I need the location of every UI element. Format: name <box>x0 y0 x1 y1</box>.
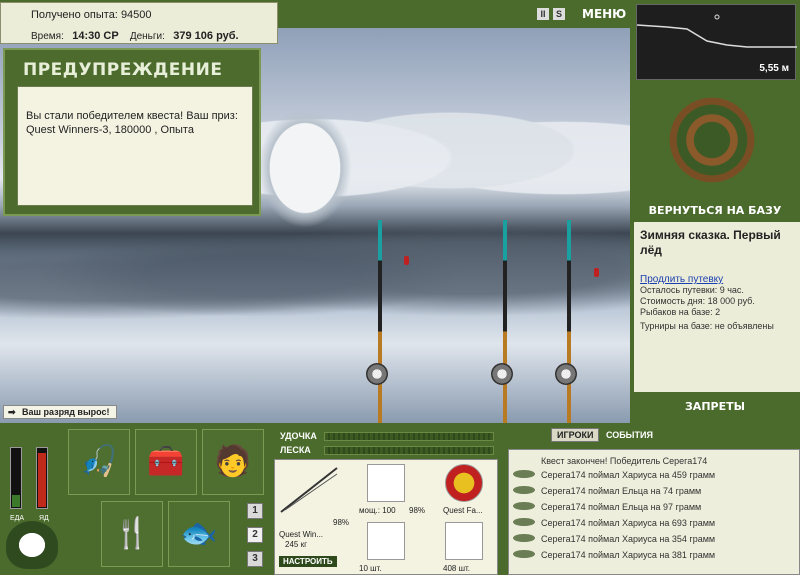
fish-icon[interactable]: 🐟 <box>168 501 230 567</box>
bait-name: Quest Fa... <box>443 506 483 515</box>
exp-label: Получено опыта: <box>31 9 118 21</box>
pause-icon[interactable]: II <box>537 8 549 20</box>
beetle-lure-icon[interactable] <box>445 522 483 560</box>
location-info: Зимняя сказка. Первый лёд Продлить путев… <box>634 222 800 392</box>
fish-icon <box>513 550 535 558</box>
chat-tabs: ИГРОКИ СОБЫТИЯ <box>551 428 657 442</box>
tackle-box-icon[interactable]: 🧰 <box>135 429 197 495</box>
rod-tension-bar <box>324 432 494 441</box>
right-panel: 5,55 м ВЕРНУТЬСЯ НА БАЗУ Зимняя сказка. … <box>630 0 800 423</box>
tackle-panel: Quest Win... 245 кг 98% мощ.: 100 98% Qu… <box>274 459 498 575</box>
tension-gauges: УДОЧКА ЛЕСКА <box>276 427 498 457</box>
menu-button[interactable]: МЕНЮ <box>582 7 626 21</box>
fish-icon <box>513 534 535 542</box>
water-reflection <box>0 228 630 348</box>
tab-events[interactable]: СОБЫТИЯ <box>602 429 657 441</box>
ship-wheel-icon[interactable] <box>667 95 757 185</box>
rank-notice-text: Ваш разряд вырос! <box>22 407 110 417</box>
rod-name: Quest Win... <box>279 530 324 539</box>
float-marker-icon <box>714 14 720 20</box>
reel-3-icon <box>555 363 577 385</box>
money-label: Деньги: <box>129 31 165 42</box>
status-meters: ЕДА ЯД <box>6 433 56 522</box>
warning-title: ПРЕДУПРЕЖДЕНИЕ <box>23 60 223 80</box>
chat-message: Серега174 поймал Хариуса на 459 грамм <box>541 470 716 480</box>
chat-message: Серега174 поймал Ельца на 97 грамм <box>541 502 702 512</box>
line-tension-bar <box>324 446 494 455</box>
fisherman-icon[interactable]: 🧑 <box>202 429 264 495</box>
fishing-rod-1[interactable] <box>378 220 382 423</box>
day-cost: Стоимость дня: 18 000 руб. <box>640 296 755 306</box>
chat-message: Серега174 поймал Хариуса на 381 грамм <box>541 550 716 560</box>
rod-image-icon[interactable] <box>279 464 339 514</box>
time-label: Время: <box>31 31 64 42</box>
permit-remaining: Осталось путевки: 9 час. <box>640 285 744 295</box>
reel-2-icon <box>491 363 513 385</box>
food-icon[interactable]: 🍴 <box>101 501 163 567</box>
line-gauge-label: ЛЕСКА <box>280 445 311 455</box>
warning-dialog[interactable]: ПРЕДУПРЕЖДЕНИЕ Вы стали победителем квес… <box>3 48 261 216</box>
rod-weight: 245 кг <box>285 540 307 549</box>
exp-value: 94500 <box>120 9 152 21</box>
hook-count: 10 шт. <box>359 564 382 573</box>
poison-meter <box>36 447 48 509</box>
lure-count: 408 шт. <box>443 564 470 573</box>
back-to-base-button[interactable]: ВЕРНУТЬСЯ НА БАЗУ <box>630 204 800 217</box>
warning-message: Вы стали победителем квеста! Ваш приз: Q… <box>17 86 253 206</box>
top-icons: II S <box>537 8 569 26</box>
bottom-panel: ЕДА ЯД 🎣 🧰 🧑 🍴 🐟 1 2 3 УДОЧКА ЛЕСКА Ques… <box>0 423 800 575</box>
reel-icon[interactable] <box>367 464 405 502</box>
depth-value: 5,55 м <box>759 63 789 74</box>
chat-message: Серега174 поймал Ельца на 74 грамм <box>541 486 702 496</box>
page-3-button[interactable]: 3 <box>247 551 263 567</box>
fish-icon <box>513 518 535 526</box>
fishing-rod-2[interactable] <box>503 220 507 423</box>
page-2-button[interactable]: 2 <box>247 527 263 543</box>
fish-icon <box>513 486 535 494</box>
rod-gauge-label: УДОЧКА <box>280 431 317 441</box>
chat-message: Квест закончен! Победитель Серега174 <box>541 456 708 466</box>
chat-log[interactable]: Квест закончен! Победитель Серега174 Сер… <box>508 449 800 575</box>
float-2 <box>594 268 599 277</box>
tournaments-info: Турниры на базе: не объявлены <box>640 321 774 331</box>
player-info-bar: Получено опыта: 94500 Время: 14:30 СР Де… <box>0 2 278 44</box>
tab-players[interactable]: ИГРОКИ <box>551 428 600 442</box>
poison-label: ЯД <box>39 515 49 522</box>
reel-1-icon <box>366 363 388 385</box>
food-meter <box>10 447 22 509</box>
setup-button[interactable]: НАСТРОИТЬ <box>279 556 337 567</box>
cooking-pot-icon[interactable] <box>6 521 58 569</box>
fishers-count: Рыбаков на базе: 2 <box>640 307 721 317</box>
rods-icon[interactable]: 🎣 <box>68 429 130 495</box>
money-value: 379 106 руб. <box>173 30 239 42</box>
bans-button[interactable]: ЗАПРЕТЫ <box>630 400 800 413</box>
fish-icon <box>513 502 535 510</box>
rod-percent: 98% <box>333 518 350 527</box>
reel-percent: 98% <box>409 506 426 515</box>
depth-chart: 5,55 м <box>636 4 797 80</box>
location-name: Зимняя сказка. Первый лёд <box>640 228 781 257</box>
arrow-right-icon: ➡ <box>8 407 16 417</box>
reel-power: мощ.: 100 <box>359 506 396 515</box>
bait-icon[interactable] <box>445 464 483 502</box>
rank-notice[interactable]: ➡ Ваш разряд вырос! <box>3 405 117 419</box>
extend-permit-link[interactable]: Продлить путевку <box>640 274 794 285</box>
chat-message: Серега174 поймал Хариуса на 354 грамм <box>541 534 716 544</box>
time-value: 14:30 СР <box>72 30 119 42</box>
page-1-button[interactable]: 1 <box>247 503 263 519</box>
float-1 <box>404 256 409 265</box>
chat-message: Серега174 поймал Хариуса на 693 грамм <box>541 518 716 528</box>
hook-icon[interactable] <box>367 522 405 560</box>
snowy-tree-left <box>250 98 360 238</box>
food-label: ЕДА <box>10 515 25 522</box>
fishing-rod-3[interactable] <box>567 220 571 423</box>
sound-icon[interactable]: S <box>553 8 565 20</box>
fish-icon <box>513 470 535 478</box>
